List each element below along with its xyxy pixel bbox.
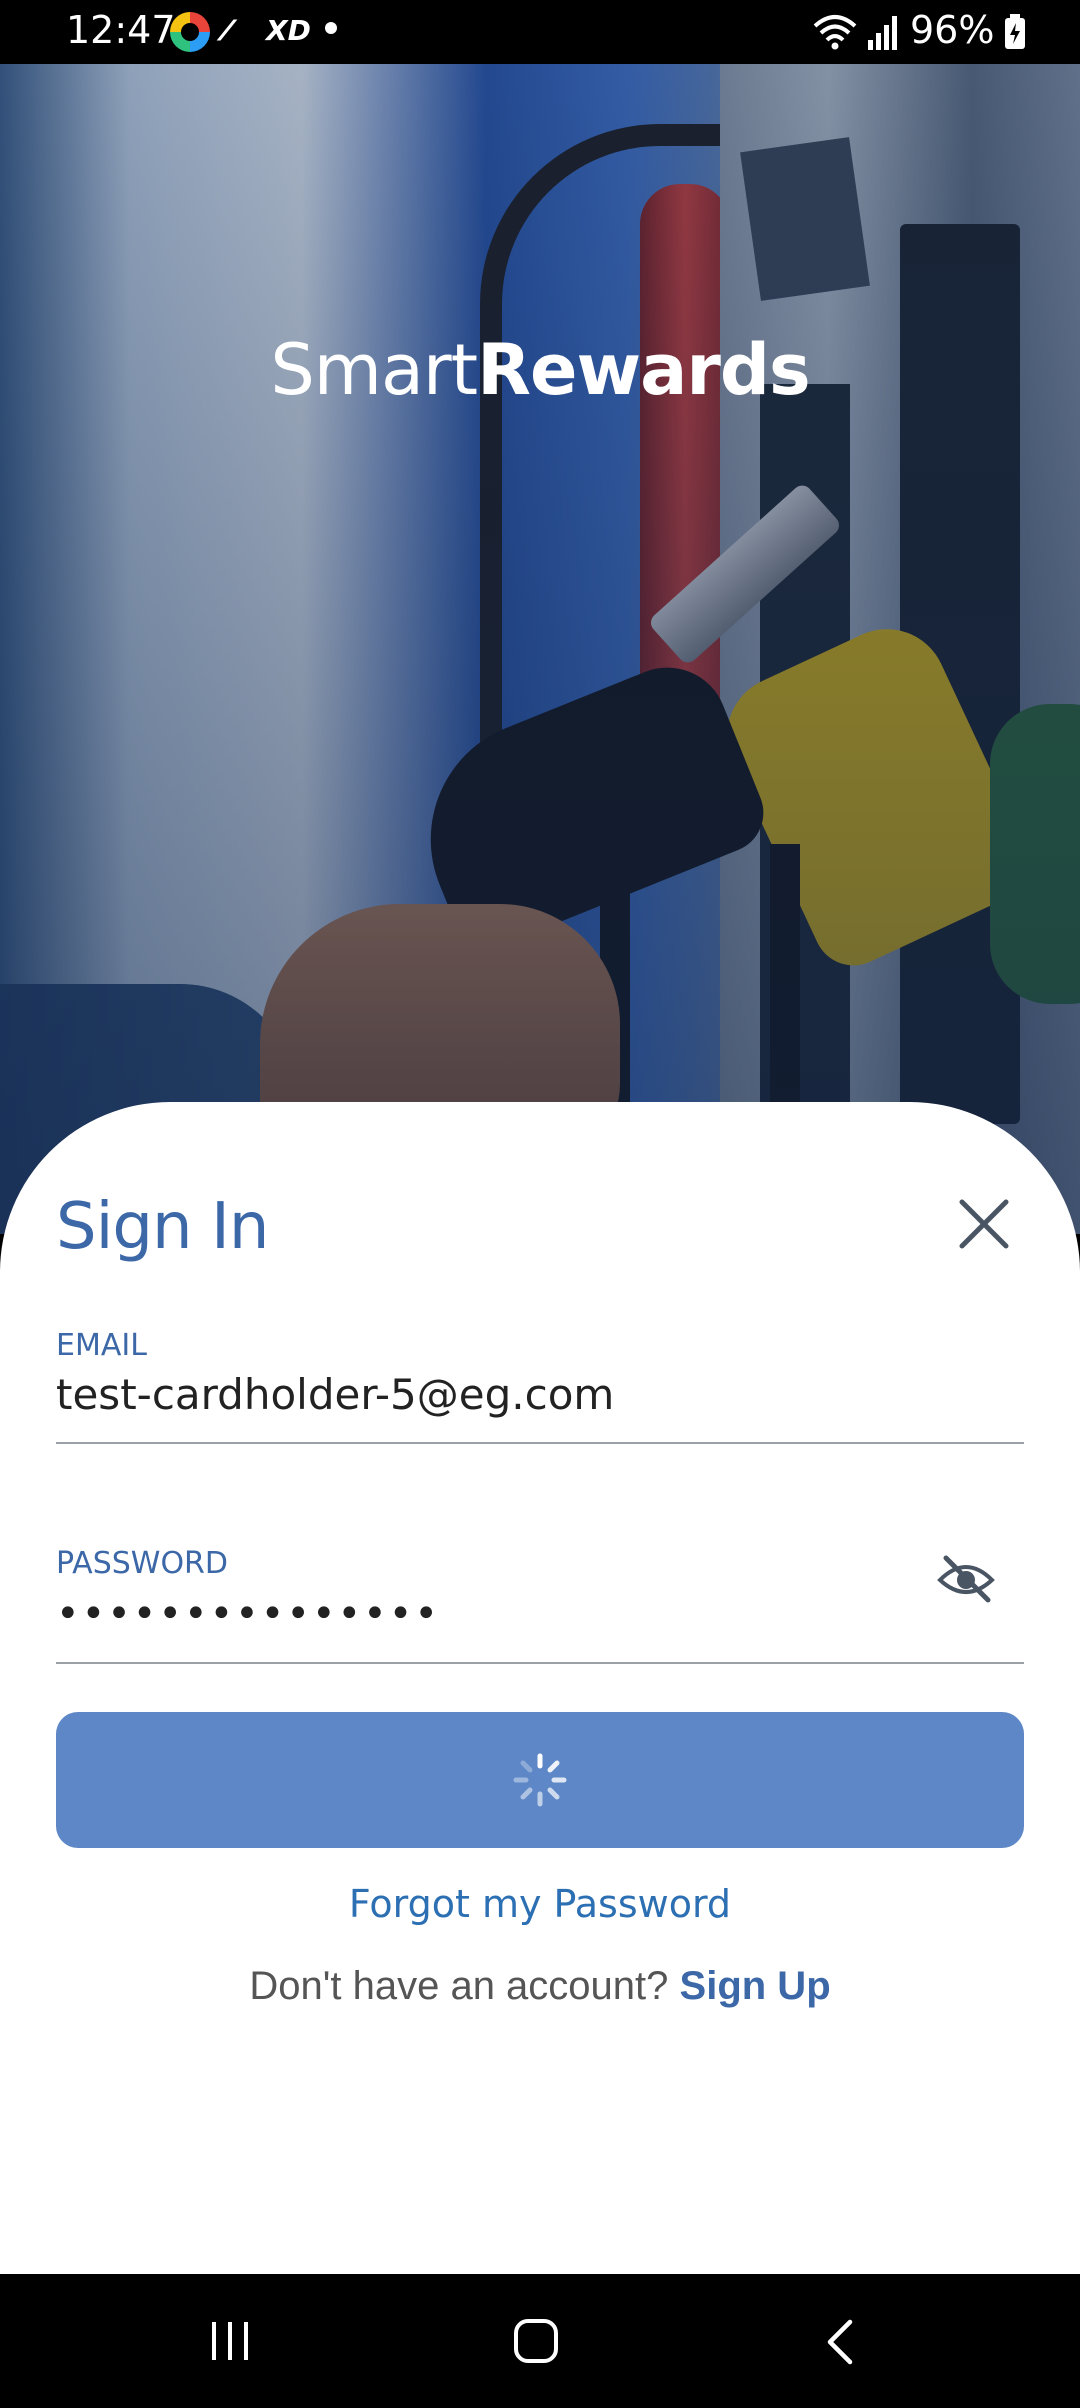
home-icon[interactable]	[512, 2316, 560, 2366]
close-button[interactable]	[952, 1192, 1016, 1256]
loading-spinner-icon	[513, 1753, 567, 1807]
wifi-icon	[813, 15, 857, 50]
recent-apps-icon[interactable]	[206, 2318, 254, 2364]
signin-sheet: Sign In EMAIL PASSWORD Forgot my Passwor…	[0, 1102, 1080, 2274]
system-nav-bar	[0, 2274, 1080, 2408]
logo-light-text: Smart	[270, 329, 478, 411]
status-time: 12:47	[66, 8, 176, 52]
no-account-text: Don't have an account?	[249, 1964, 669, 2008]
email-underline	[56, 1442, 1024, 1444]
password-underline	[56, 1662, 1024, 1664]
app-icon	[170, 12, 210, 52]
battery-charging-icon	[1005, 14, 1025, 49]
notification-dot-icon	[325, 22, 337, 34]
sign-in-button[interactable]	[56, 1712, 1024, 1848]
page-title: Sign In	[56, 1190, 269, 1264]
logo-bold-text: Rewards	[477, 329, 811, 411]
password-field[interactable]	[56, 1586, 1024, 1642]
toggle-password-visibility-icon[interactable]	[934, 1548, 998, 1608]
forgot-password-link[interactable]: Forgot my Password	[0, 1882, 1080, 1926]
signal-icon	[868, 16, 897, 50]
hero-image: SmartRewards	[0, 64, 1080, 1234]
back-icon[interactable]	[820, 2318, 860, 2366]
password-label: PASSWORD	[56, 1546, 229, 1581]
status-bar: 12:47 ⁄⁄⁄ XD 96%	[0, 0, 1080, 64]
email-label: EMAIL	[56, 1328, 147, 1363]
hero-overlay	[0, 64, 1080, 1234]
app-logo: SmartRewards	[0, 329, 1080, 411]
sign-up-link[interactable]: Sign Up	[680, 1964, 831, 2008]
email-field[interactable]	[56, 1366, 1024, 1422]
missed-call-icon: ⁄⁄⁄	[224, 14, 230, 47]
battery-percent: 96%	[910, 8, 995, 52]
xd-icon: XD	[266, 14, 311, 47]
signup-prompt: Don't have an account? Sign Up	[0, 1964, 1080, 2009]
